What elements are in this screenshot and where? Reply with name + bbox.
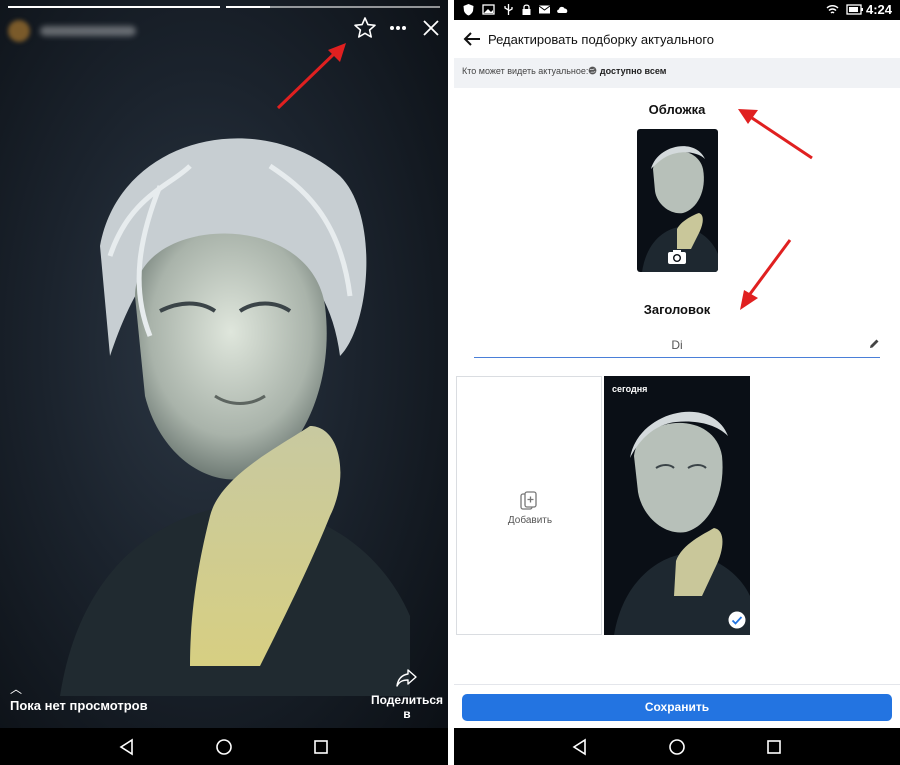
cover-image[interactable] xyxy=(637,129,718,272)
cloud-icon xyxy=(557,6,568,13)
heading-input-value[interactable]: Di xyxy=(474,338,880,352)
back-nav-icon[interactable] xyxy=(571,738,589,756)
share-button[interactable]: Поделиться в xyxy=(368,668,446,721)
annotation-arrow-cover xyxy=(738,109,813,160)
back-nav-icon[interactable] xyxy=(118,738,136,756)
story-card-selected[interactable]: сегодня xyxy=(604,376,750,635)
heading-input[interactable]: Di xyxy=(474,334,880,358)
image-icon xyxy=(482,4,495,15)
add-story-card[interactable]: Добавить xyxy=(456,376,602,635)
home-nav-icon[interactable] xyxy=(215,738,233,756)
star-icon[interactable] xyxy=(353,16,377,40)
story-progress-1 xyxy=(8,6,220,8)
annotation-arrow-heading xyxy=(740,239,792,310)
share-label-line1: Поделиться xyxy=(370,693,444,707)
recents-nav-icon[interactable] xyxy=(312,738,330,756)
chevron-up-icon[interactable]: ︿ xyxy=(10,683,148,695)
back-arrow-icon[interactable] xyxy=(460,27,484,51)
android-navbar-right xyxy=(454,728,900,765)
annotation-arrow-star xyxy=(276,43,346,110)
battery-icon xyxy=(846,4,863,15)
views-section[interactable]: ︿ Пока нет просмотров xyxy=(10,683,148,713)
story-viewer: ︿ Пока нет просмотров Поделиться в xyxy=(0,0,448,765)
camera-icon[interactable] xyxy=(667,249,687,265)
visibility-value[interactable]: доступно всем xyxy=(600,66,666,76)
story-progress-2 xyxy=(226,6,270,8)
blurred-username[interactable] xyxy=(40,26,136,36)
story-progress-2-remaining xyxy=(270,6,440,8)
pencil-icon[interactable] xyxy=(868,338,880,350)
shield-icon xyxy=(463,4,474,16)
edit-highlight-screen: 4:24 Редактировать подборку актуального … xyxy=(454,0,900,765)
lock-icon xyxy=(522,4,531,15)
status-bar: 4:24 xyxy=(454,0,900,20)
visibility-prefix: Кто может видеть актуальное: xyxy=(462,66,589,76)
visibility-row[interactable]: Кто может видеть актуальное: доступно вс… xyxy=(454,58,900,88)
share-label-line2: в xyxy=(403,707,411,721)
story-thumbnail xyxy=(614,411,750,635)
add-stories-icon xyxy=(520,491,537,510)
mail-icon xyxy=(538,5,551,14)
status-time: 4:24 xyxy=(865,2,892,17)
share-icon xyxy=(396,669,417,687)
checkmark-icon[interactable] xyxy=(728,611,746,629)
recents-nav-icon[interactable] xyxy=(765,738,783,756)
save-button[interactable]: Сохранить xyxy=(462,694,892,721)
story-photo xyxy=(60,138,410,696)
avatar[interactable] xyxy=(8,20,30,42)
views-text: Пока нет просмотров xyxy=(10,698,148,713)
story-date: сегодня xyxy=(612,384,648,394)
globe-icon xyxy=(589,66,597,75)
home-nav-icon[interactable] xyxy=(668,738,686,756)
save-bar: Сохранить xyxy=(454,684,900,728)
cover-label: Обложка xyxy=(648,102,706,117)
app-bar: Редактировать подборку актуального xyxy=(454,20,900,58)
wifi-icon xyxy=(826,5,839,14)
close-icon[interactable] xyxy=(419,16,443,40)
usb-icon xyxy=(504,4,513,15)
android-navbar xyxy=(0,728,448,765)
heading-label: Заголовок xyxy=(643,302,711,317)
add-label: Добавить xyxy=(507,515,553,526)
more-icon[interactable] xyxy=(386,16,410,40)
page-title: Редактировать подборку актуального xyxy=(488,32,715,47)
